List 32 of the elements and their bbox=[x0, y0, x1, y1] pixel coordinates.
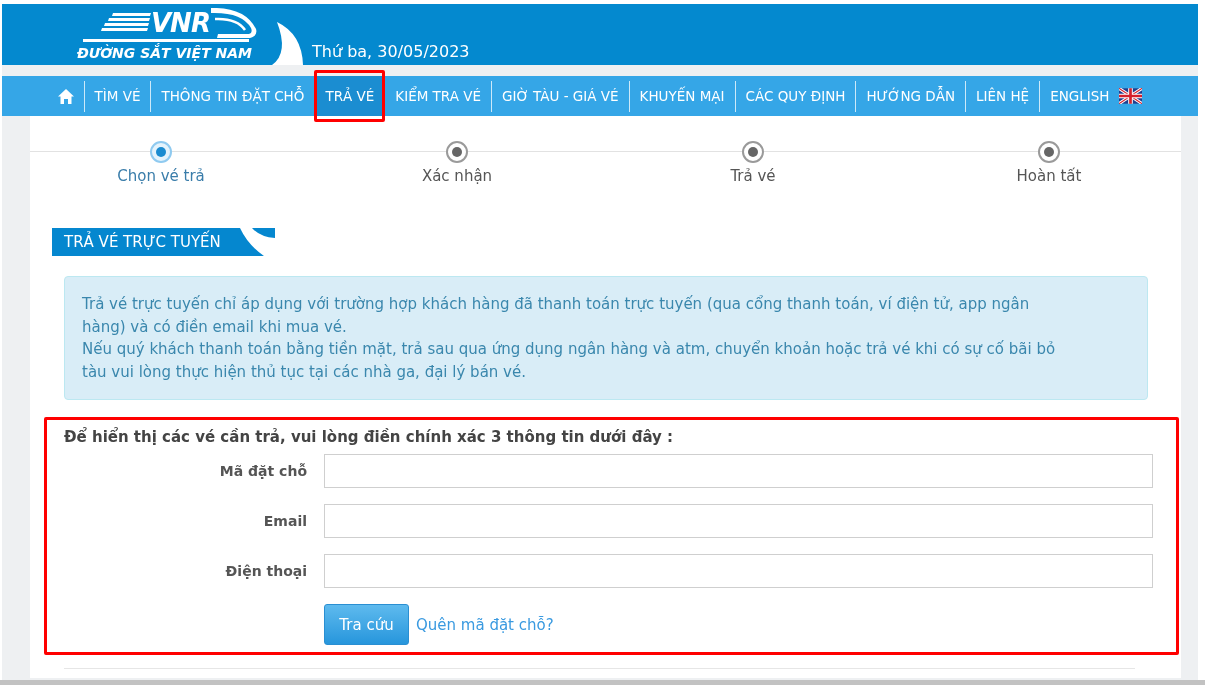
step-label: Hoàn tất bbox=[1016, 166, 1082, 186]
input-field[interactable] bbox=[324, 504, 1153, 538]
home-icon bbox=[57, 88, 74, 104]
nav-tab[interactable]: KHUYẾN MẠI bbox=[629, 76, 735, 116]
step-label: Chọn vé trả bbox=[117, 166, 205, 186]
nav-tab[interactable]: THÔNG TIN ĐẶT CHỖ bbox=[151, 76, 315, 116]
step-label: Trả vé bbox=[730, 166, 776, 186]
nav-tab[interactable]: KIỂM TRA VÉ bbox=[385, 76, 491, 116]
nav-tab[interactable]: HƯỚNG DẪN bbox=[856, 76, 966, 116]
search-button[interactable]: Tra cứu bbox=[324, 604, 409, 645]
form-instruction: Để hiển thị các vé cần trả, vui lòng điền chính xác 3 thông tin dưới đây : bbox=[64, 428, 675, 446]
nav-tab[interactable]: LIÊN HỆ bbox=[966, 76, 1040, 116]
notice-text: Trả vé trực tuyến chỉ áp dụng với trường hợp khách hàng đã thanh toán trực tuyến (qua cổng thanh toán, ví điện tử, app ngân hàng) và có điền email khi mua vé. bbox=[82, 294, 1031, 338]
sail-icon bbox=[272, 22, 304, 65]
section-title: TRẢ VÉ TRỰC TUYẾN bbox=[52, 228, 221, 256]
nav-tab[interactable]: GIỜ TÀU - GIÁ VÉ bbox=[492, 76, 629, 116]
logo-tagline: ĐƯỜNG SẮT VIỆT NAM bbox=[77, 45, 254, 62]
notice-text: Nếu quý khách thanh toán bằng tiền mặt, trả sau qua ứng dụng ngân hàng và atm, chuyển khoản hoặc trả vé khi có sự cố bãi bỏ tàu vui lòng thực hiện thủ tục tại các nhà ga, đại lý bán vé. bbox=[82, 339, 1057, 383]
forgot-code-link[interactable]: Quên mã đặt chỗ? bbox=[416, 615, 554, 634]
nav-tab[interactable]: TÌM VÉ bbox=[84, 76, 151, 116]
field-label: Điện thoại bbox=[224, 563, 307, 579]
logo-mark: VNR bbox=[151, 10, 210, 36]
flag-icon bbox=[1119, 88, 1143, 104]
step-label: Xác nhận bbox=[421, 166, 493, 186]
date-text: Thứ ba, 30/05/2023 bbox=[312, 42, 470, 63]
input-field[interactable] bbox=[324, 554, 1153, 588]
speed-lines-icon bbox=[101, 13, 151, 32]
language-link[interactable]: ENGLISH bbox=[1040, 76, 1153, 116]
field-label: Email bbox=[262, 513, 307, 529]
field-label: Mã đặt chỗ bbox=[218, 463, 307, 479]
nav-tab[interactable]: CÁC QUY ĐỊNH bbox=[735, 76, 856, 116]
input-field[interactable] bbox=[324, 454, 1153, 488]
